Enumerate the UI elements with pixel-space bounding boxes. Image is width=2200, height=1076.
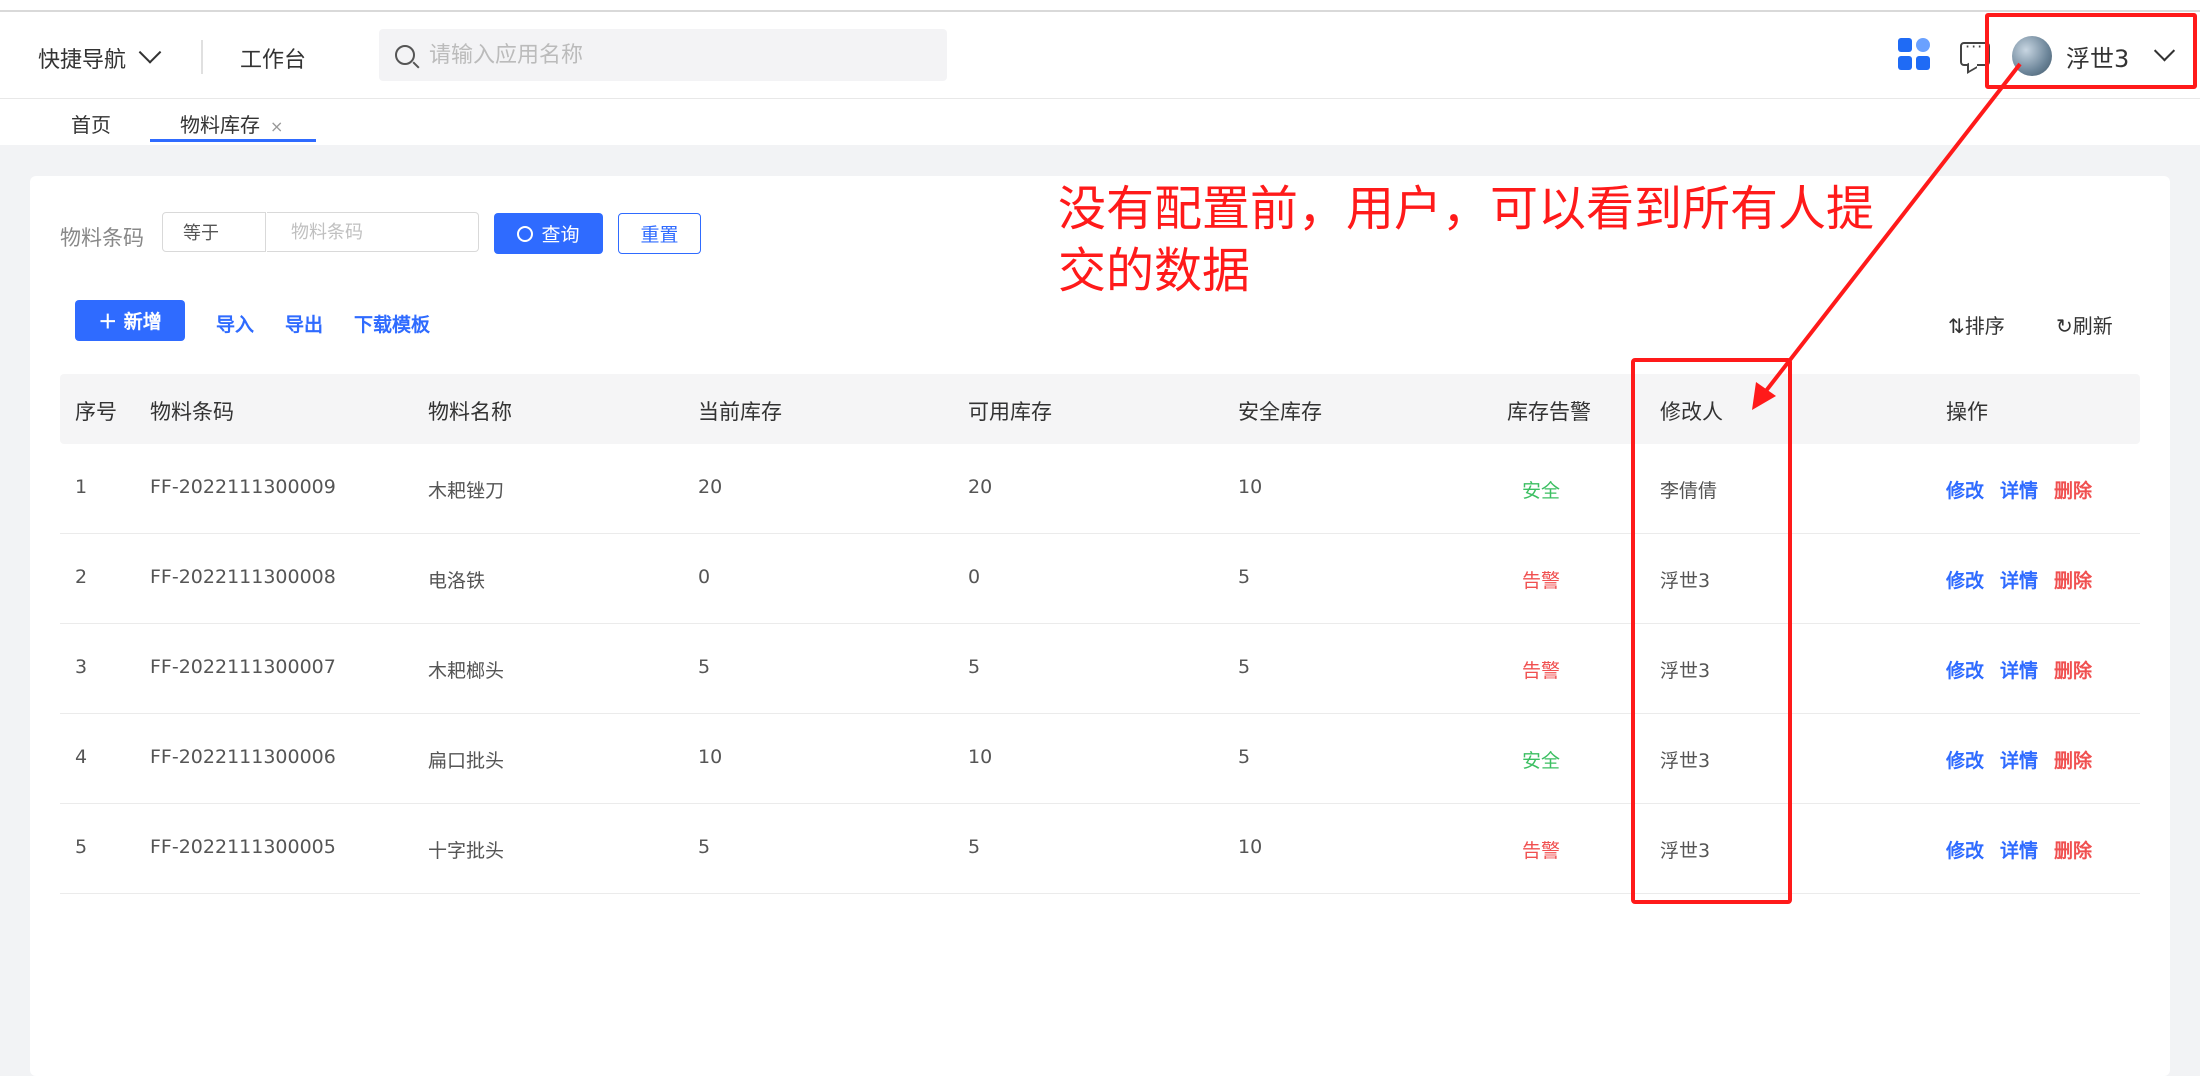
annotation-arrow	[1752, 62, 2022, 410]
